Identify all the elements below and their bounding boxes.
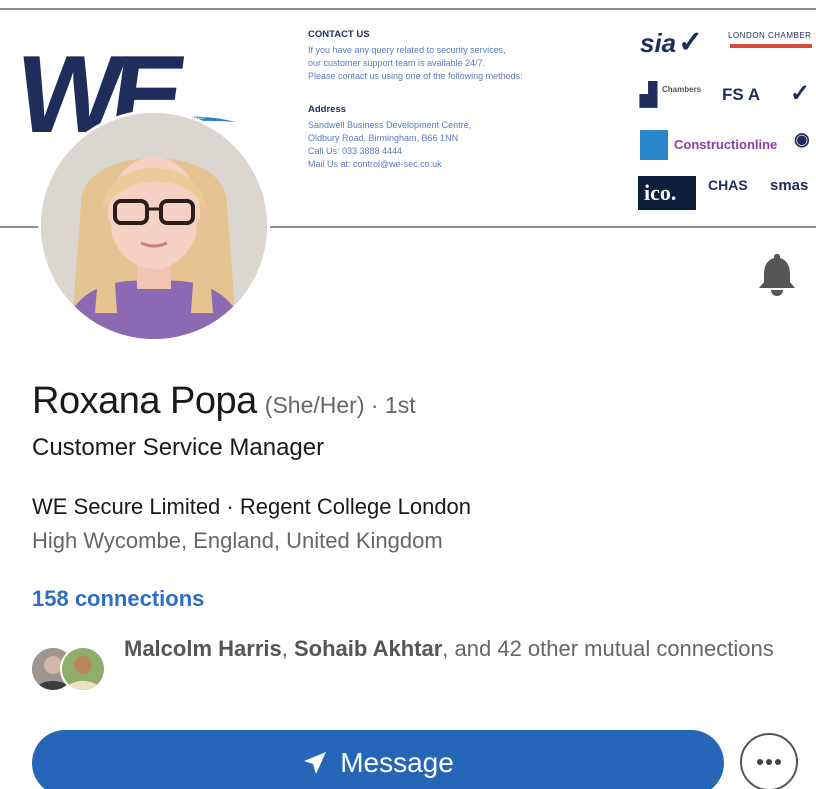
mutual-name: Malcolm Harris xyxy=(124,636,282,661)
message-button[interactable]: Message xyxy=(32,730,724,789)
contact-line: our customer support team is available 2… xyxy=(308,58,486,68)
message-button-label: Message xyxy=(340,747,454,778)
smas-badge: smas xyxy=(770,177,809,194)
chambers-badge: Chambers xyxy=(662,85,702,94)
profile-avatar[interactable] xyxy=(38,110,270,342)
mutual-avatar xyxy=(60,646,106,692)
connections-link[interactable]: 158 connections xyxy=(32,586,204,612)
profile-name: Roxana Popa xyxy=(32,380,257,422)
address-line: Mail Us at: control@we-sec.co.uk xyxy=(308,159,442,169)
london-chamber-badge: LONDON CHAMBER xyxy=(728,31,812,40)
pronouns-degree: (She/Her) · 1st xyxy=(264,392,416,418)
profile-page: WE A Commitment of Trust CONTACT US If y… xyxy=(0,0,816,789)
banner-divider xyxy=(0,8,816,10)
chas-badge: CHAS xyxy=(708,177,748,193)
mutual-name: Sohaib Akhtar xyxy=(293,636,443,661)
profile-headline: Customer Service Manager xyxy=(32,434,325,461)
address-line: Sandwell Business Development Centre, xyxy=(308,120,472,130)
contact-heading: CONTACT US xyxy=(308,29,370,40)
sia-badge: sia xyxy=(640,28,677,58)
contact-line: Please contact us using one of the follo… xyxy=(308,71,523,81)
bell-icon[interactable] xyxy=(758,252,796,296)
ico-badge: ico. xyxy=(644,180,677,205)
more-options-button[interactable] xyxy=(740,733,798,789)
constructionline-badge: Constructionline xyxy=(674,137,778,152)
alcumus-icon: ◉ xyxy=(794,129,810,149)
chambers-logo-icon: ▟ xyxy=(640,82,657,107)
profile-company[interactable]: WE Secure Limited · Regent College Londo… xyxy=(32,494,471,520)
profile-location: High Wycombe, England, United Kingdom xyxy=(32,528,443,553)
mutual-connections-text: Malcolm Harris, Sohaib Akhtar, and 42 ot… xyxy=(124,636,774,661)
checkmark-badge-icon: ✓ xyxy=(678,26,704,59)
address-heading: Address xyxy=(308,104,347,115)
accreditation-badges: sia ✓ LONDON CHAMBER ▟ Chambers FS A ✓ C… xyxy=(636,26,816,216)
address-line: Call Us: 033 3888 4444 xyxy=(308,146,403,156)
fsa-badge: FS A xyxy=(722,85,761,104)
checkmark-badge-icon: ✓ xyxy=(790,80,811,107)
contact-line: If you have any query related to securit… xyxy=(308,45,506,55)
send-icon xyxy=(304,752,327,774)
pillar-icon xyxy=(640,130,668,160)
mutual-avatars xyxy=(30,640,110,696)
contact-block: CONTACT US If you have any query related… xyxy=(308,28,608,171)
profile-photo xyxy=(41,113,267,339)
mutual-connections[interactable]: Malcolm Harris, Sohaib Akhtar, and 42 ot… xyxy=(30,632,800,702)
address-line: Oldbury Road, Birmingham, B66 1NN xyxy=(308,133,459,143)
more-horizontal-icon xyxy=(757,759,781,765)
name-row: Roxana Popa (She/Her) · 1st xyxy=(32,380,416,423)
